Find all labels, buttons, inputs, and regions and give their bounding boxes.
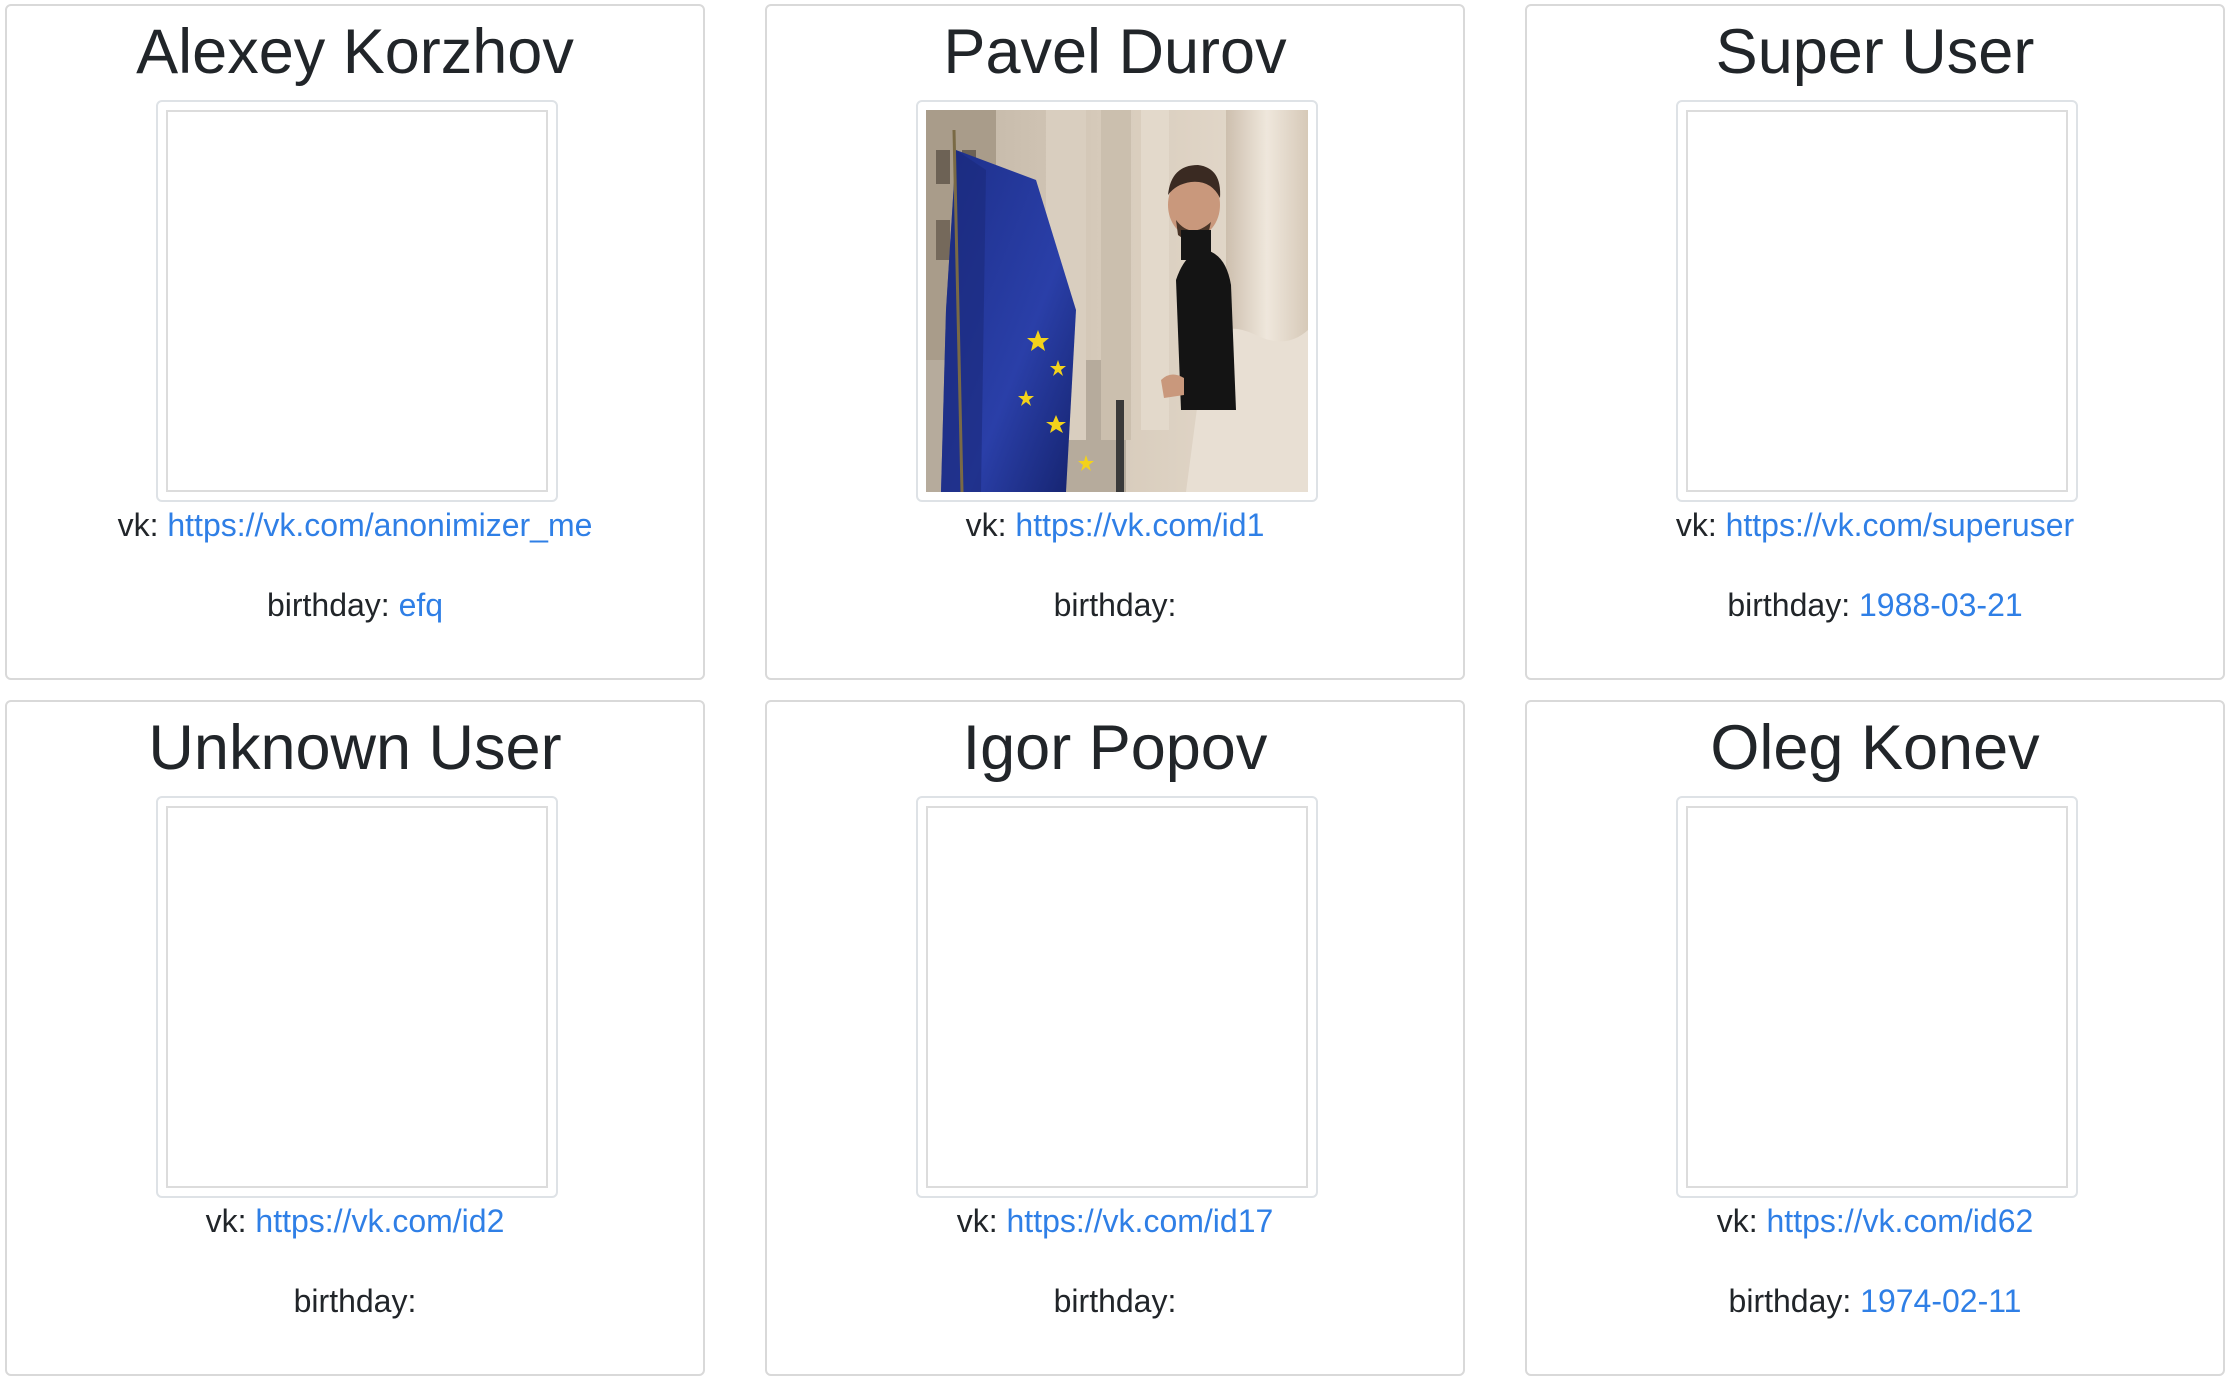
user-card-grid: Alexey Korzhov vk: https://vk.com/anonim…: [0, 0, 2230, 1378]
birthday-value[interactable]: 1974-02-11: [1860, 1283, 2021, 1319]
vk-label: vk:: [965, 507, 1007, 543]
vk-label: vk:: [1675, 507, 1717, 543]
birthday-value[interactable]: efq: [399, 587, 443, 623]
user-name: Oleg Konev: [1710, 713, 2040, 783]
vk-field: vk: https://vk.com/id62: [1527, 1201, 2223, 1241]
birthday-label: birthday:: [1727, 587, 1851, 623]
avatar-photo: [926, 110, 1308, 492]
avatar-frame: [916, 796, 1318, 1198]
user-name: Alexey Korzhov: [136, 17, 574, 87]
vk-label: vk:: [1716, 1203, 1758, 1239]
user-name: Pavel Durov: [943, 17, 1287, 87]
vk-link[interactable]: https://vk.com/id1: [1015, 507, 1264, 543]
user-card: Unknown User vk: https://vk.com/id2 birt…: [5, 700, 705, 1376]
avatar-placeholder: [166, 110, 548, 492]
vk-label: vk:: [956, 1203, 998, 1239]
avatar-frame: [156, 100, 558, 502]
avatar-placeholder: [1686, 806, 2068, 1188]
avatar-frame: [916, 100, 1318, 502]
vk-field: vk: https://vk.com/id17: [767, 1201, 1463, 1241]
vk-field: vk: https://vk.com/id2: [7, 1201, 703, 1241]
user-card: Super User vk: https://vk.com/superuser …: [1525, 4, 2225, 680]
birthday-label: birthday:: [266, 587, 390, 623]
user-card: Pavel Durov vk: https://vk.com/id1 birth…: [765, 4, 1465, 680]
vk-link[interactable]: https://vk.com/id17: [1007, 1203, 1274, 1239]
vk-field: vk: https://vk.com/anonimizer_me: [7, 505, 703, 545]
vk-link[interactable]: https://vk.com/id62: [1767, 1203, 2034, 1239]
birthday-label: birthday:: [1053, 587, 1177, 623]
birthday-field: birthday: 1988-03-21: [1527, 585, 2223, 625]
avatar-placeholder: [926, 806, 1308, 1188]
user-name: Super User: [1715, 17, 2035, 87]
vk-field: vk: https://vk.com/superuser: [1527, 505, 2223, 545]
avatar-frame: [1676, 796, 2078, 1198]
user-name: Unknown User: [148, 713, 562, 783]
birthday-field: birthday:: [767, 1281, 1463, 1321]
profile-photo-image: [926, 110, 1308, 492]
vk-label: vk:: [117, 507, 159, 543]
user-name: Igor Popov: [962, 713, 1268, 783]
avatar-placeholder: [166, 806, 548, 1188]
birthday-field: birthday: efq: [7, 585, 703, 625]
birthday-label: birthday:: [1053, 1283, 1177, 1319]
vk-field: vk: https://vk.com/id1: [767, 505, 1463, 545]
avatar-frame: [1676, 100, 2078, 502]
user-card: Igor Popov vk: https://vk.com/id17 birth…: [765, 700, 1465, 1376]
vk-label: vk:: [205, 1203, 247, 1239]
birthday-field: birthday: 1974-02-11: [1527, 1281, 2223, 1321]
birthday-field: birthday:: [7, 1281, 703, 1321]
birthday-label: birthday:: [293, 1283, 417, 1319]
vk-link[interactable]: https://vk.com/superuser: [1726, 507, 2075, 543]
avatar-placeholder: [1686, 110, 2068, 492]
vk-link[interactable]: https://vk.com/id2: [255, 1203, 504, 1239]
user-card: Alexey Korzhov vk: https://vk.com/anonim…: [5, 4, 705, 680]
avatar-frame: [156, 796, 558, 1198]
birthday-field: birthday:: [767, 585, 1463, 625]
birthday-label: birthday:: [1728, 1283, 1852, 1319]
birthday-value[interactable]: 1988-03-21: [1859, 587, 2023, 623]
user-card: Oleg Konev vk: https://vk.com/id62 birth…: [1525, 700, 2225, 1376]
vk-link[interactable]: https://vk.com/anonimizer_me: [167, 507, 592, 543]
